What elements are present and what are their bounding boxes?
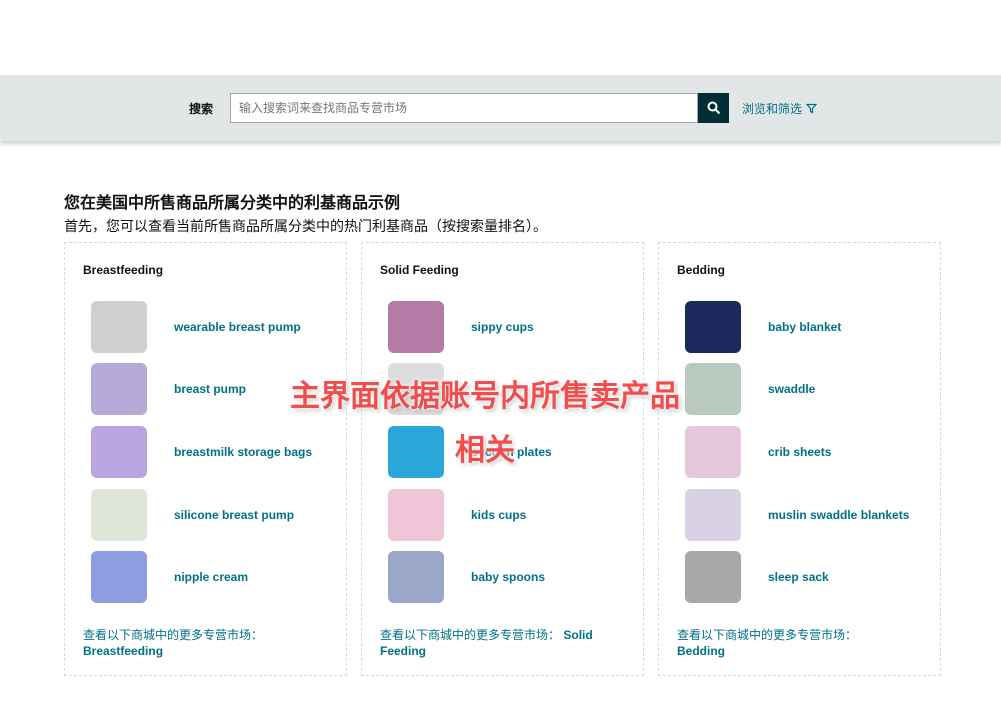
niche-link[interactable]: muslin swaddle blankets bbox=[768, 508, 909, 522]
more-prefix: 查看以下商城中的更多专营市场： bbox=[380, 628, 561, 642]
niche-item[interactable]: baby blanket bbox=[685, 300, 841, 354]
niche-item[interactable]: crib sheets bbox=[685, 425, 831, 479]
search-icon bbox=[707, 101, 720, 115]
product-image bbox=[91, 489, 147, 541]
niche-item[interactable]: muslin swaddle blankets bbox=[685, 488, 909, 542]
more-prefix: 查看以下商城中的更多专营市场： bbox=[677, 628, 858, 642]
niche-item[interactable]: wearable breast pump bbox=[91, 300, 301, 354]
category-card: Bedding baby blanket swaddle crib sheets mus… bbox=[658, 242, 941, 676]
more-niches-link[interactable]: 查看以下商城中的更多专营市场： Breastfeeding bbox=[83, 627, 313, 659]
product-image bbox=[388, 489, 444, 541]
search-label: 搜索 bbox=[189, 102, 214, 116]
filter-icon bbox=[806, 103, 818, 114]
browse-filter-link[interactable]: 浏览和筛选 bbox=[742, 100, 818, 117]
product-image bbox=[91, 363, 147, 415]
more-prefix: 查看以下商城中的更多专营市场： bbox=[83, 628, 264, 642]
niche-item[interactable]: sippy cups bbox=[388, 300, 534, 354]
niche-item[interactable]: sleep sack bbox=[685, 550, 829, 604]
annotation-line-2: 相关 bbox=[455, 433, 515, 468]
more-category: Breastfeeding bbox=[83, 644, 164, 658]
browse-label: 浏览和筛选 bbox=[742, 102, 803, 116]
more-niches-link[interactable]: 查看以下商城中的更多专营市场： Solid Feeding bbox=[380, 627, 610, 659]
product-image bbox=[388, 551, 444, 603]
product-image bbox=[91, 551, 147, 603]
more-niches-link[interactable]: 查看以下商城中的更多专营市场： Bedding bbox=[677, 627, 907, 659]
search-button[interactable] bbox=[698, 93, 729, 123]
niche-link[interactable]: swaddle bbox=[768, 382, 815, 396]
page-title: 您在美国中所售商品所属分类中的利基商品示例 bbox=[64, 195, 401, 212]
niche-link[interactable]: breast pump bbox=[174, 382, 246, 396]
niche-link[interactable]: nipple cream bbox=[174, 570, 248, 584]
category-title: Breastfeeding bbox=[83, 263, 164, 277]
search-input[interactable] bbox=[230, 93, 698, 123]
product-image bbox=[685, 551, 741, 603]
niche-link[interactable]: sleep sack bbox=[768, 570, 829, 584]
niche-link[interactable]: baby blanket bbox=[768, 320, 841, 334]
category-title: Solid Feeding bbox=[380, 263, 459, 277]
niche-link[interactable]: kids cups bbox=[471, 508, 526, 522]
niche-item[interactable]: baby spoons bbox=[388, 550, 545, 604]
page-subtitle: 首先，您可以查看当前所售商品所属分类中的热门利基商品（按搜索量排名）。 bbox=[64, 218, 547, 234]
more-category: Bedding bbox=[677, 644, 725, 658]
niche-link[interactable]: wearable breast pump bbox=[174, 320, 301, 334]
annotation-overlay: 主界面依据账号内所售卖产品 相关 bbox=[270, 370, 700, 478]
annotation-line-1: 主界面依据账号内所售卖产品 bbox=[290, 379, 680, 414]
niche-item[interactable]: swaddle bbox=[685, 362, 815, 416]
niche-link[interactable]: crib sheets bbox=[768, 445, 831, 459]
product-image bbox=[91, 301, 147, 353]
product-image bbox=[685, 489, 741, 541]
niche-item[interactable]: breast pump bbox=[91, 362, 246, 416]
niche-item[interactable]: silicone breast pump bbox=[91, 488, 294, 542]
category-title: Bedding bbox=[677, 263, 725, 277]
product-image bbox=[91, 426, 147, 478]
product-image bbox=[388, 301, 444, 353]
niche-item[interactable]: kids cups bbox=[388, 488, 526, 542]
niche-link[interactable]: sippy cups bbox=[471, 320, 534, 334]
product-image bbox=[685, 301, 741, 353]
niche-item[interactable]: nipple cream bbox=[91, 550, 248, 604]
niche-link[interactable]: silicone breast pump bbox=[174, 508, 294, 522]
niche-link[interactable]: baby spoons bbox=[471, 570, 545, 584]
